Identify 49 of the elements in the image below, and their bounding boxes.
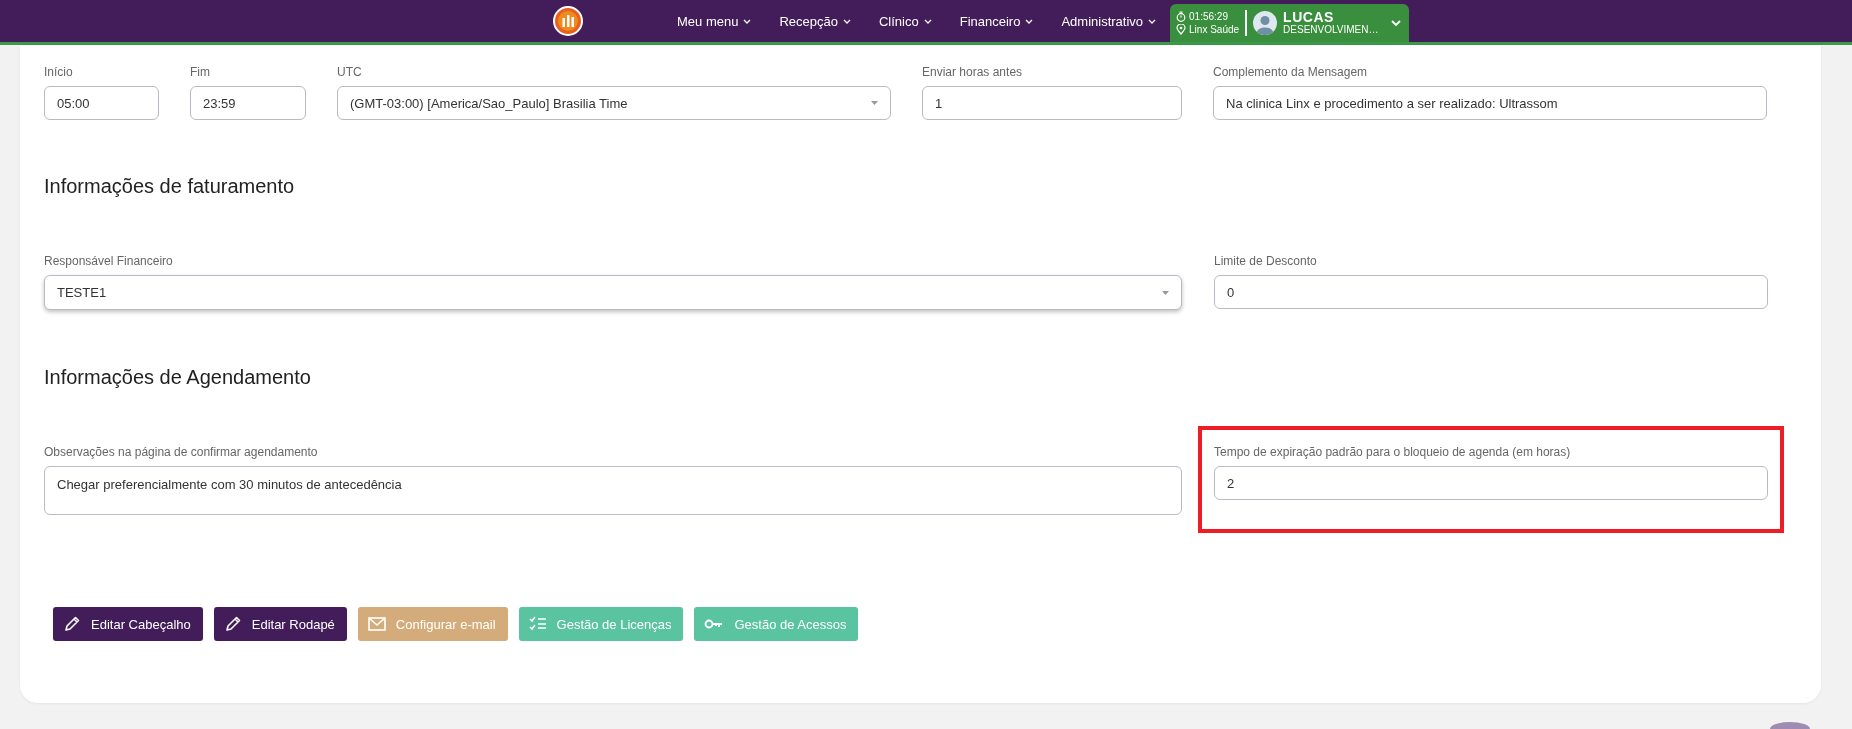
input-field[interactable]: Na clinica Linx e procedimento a ser realizado: Ultrassom [1213, 86, 1767, 120]
avatar-icon [1253, 11, 1278, 35]
chevron-down-icon [743, 18, 752, 25]
field-label: Responsável Financeiro [44, 254, 174, 268]
user-name: LUCAS [1283, 10, 1334, 26]
checklist-icon [528, 615, 547, 633]
input-field[interactable]: 23:59 [190, 86, 306, 120]
chevron-down-icon [842, 18, 851, 25]
field-label: Complemento da Mensagem [1213, 65, 1369, 79]
location-pin-icon [1176, 24, 1187, 35]
nav-menu-item[interactable]: Meu menu [677, 13, 752, 29]
session-time: 01:56:29 [1189, 11, 1228, 22]
chevron-down-icon [923, 18, 932, 25]
chevron-down-icon [1148, 18, 1157, 25]
field-label: Tempo de expiração padrão para o bloqueio de agenda (em horas) [1214, 445, 1572, 459]
pencil-icon [63, 615, 81, 633]
pencil-icon [223, 615, 242, 633]
dropdown-field[interactable]: TESTE1 [44, 275, 1182, 310]
nav-menu-item[interactable]: Financeiro [959, 13, 1034, 29]
field-label: Enviar horas antes [922, 65, 1024, 79]
nav-menu-item[interactable]: Administrativo [1061, 13, 1157, 29]
text-area[interactable]: Chegar preferencialmente com 30 minutos de antecedência [44, 466, 1182, 515]
action-button[interactable]: Editar Cabeçalho [53, 607, 203, 641]
field-label: Início [44, 65, 74, 79]
field-label: Fim [190, 65, 211, 79]
location-label: Linx Saúde [1189, 24, 1240, 35]
chevron-down-icon [1391, 19, 1402, 27]
field-label: Limite de Desconto [1214, 254, 1318, 268]
field-label: UTC [337, 65, 363, 79]
user-menu[interactable]: 01:56:29 Linx Saúde LUCAS DESENVOLVIMEN… [1170, 4, 1410, 42]
input-field[interactable]: 0 [1214, 275, 1768, 309]
stopwatch-icon [1176, 11, 1187, 22]
section-heading: Informações de Agendamento [44, 366, 312, 389]
nav-menu-item[interactable]: Clínico [878, 13, 932, 29]
envelope-icon [367, 615, 386, 633]
user-role: DESENVOLVIMEN… [1283, 25, 1379, 36]
action-button[interactable]: Editar Rodapé [213, 607, 347, 641]
dropdown-field[interactable]: (GMT-03:00) [America/Sao_Paulo] Brasilia Time [337, 86, 891, 120]
input-field[interactable]: 2 [1214, 466, 1768, 500]
dropdown-caret-icon [871, 101, 878, 105]
dropdown-caret-icon [1162, 290, 1169, 295]
section-heading: Informações de faturamento [44, 175, 296, 198]
logo-icon[interactable] [553, 6, 583, 36]
input-field[interactable]: 1 [922, 86, 1182, 120]
floating-button[interactable] [1770, 722, 1810, 729]
nav-menu-item[interactable]: Recepção [779, 13, 851, 29]
chevron-down-icon [1025, 18, 1034, 25]
input-field[interactable]: 05:00 [44, 86, 159, 120]
field-label: Observações na página de confirmar agendamento [44, 445, 319, 459]
